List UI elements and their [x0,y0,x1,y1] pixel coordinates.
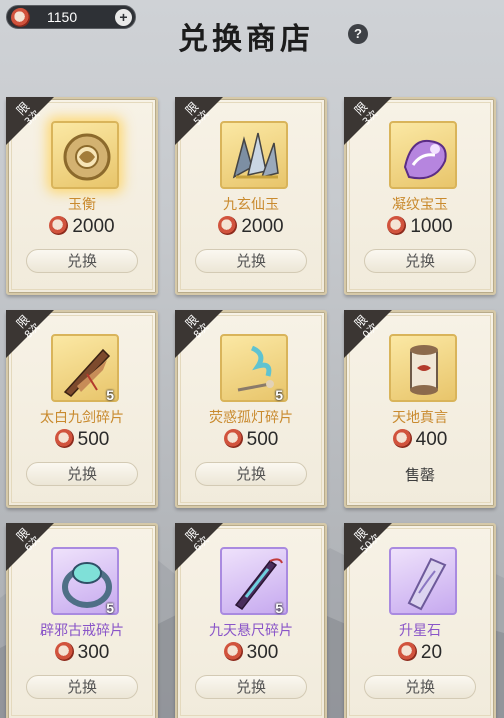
jade-disc-icon [51,121,119,189]
crystal-shard-icon [220,121,288,189]
price-value: 2000 [72,216,115,237]
item-name: 天地真言 [392,410,448,426]
shop-item-card[interactable]: 限 50次 升星石 20 兑换 [344,523,496,718]
item-quantity: 5 [275,387,283,403]
coin-icon [54,641,74,661]
item-price: 300 [177,641,325,664]
item-name: 太白九剑碎片 [40,410,124,426]
exchange-button[interactable]: 兑换 [26,249,138,273]
lantern-fragment-icon: 5 [220,334,288,403]
item-price: 300 [8,641,156,664]
exchange-button[interactable]: 兑换 [195,462,307,486]
shop-item-card[interactable]: 限 6次 5 九天悬尺碎片 300 兑换 [175,523,327,718]
purple-gem-icon [389,121,457,189]
item-quantity: 5 [106,600,114,616]
item-price: 2000 [177,215,325,238]
item-price: 2000 [8,215,156,238]
currency-amount: 1150 [47,9,78,25]
coin-icon [54,428,74,448]
ruler-fragment-icon: 5 [220,547,288,616]
item-name: 玉衡 [68,197,96,213]
ring-fragment-icon: 5 [51,547,119,616]
item-price: 1000 [346,215,494,238]
item-name: 九天悬尺碎片 [209,623,293,639]
price-value: 500 [246,429,279,450]
item-name: 升星石 [399,623,441,639]
price-value: 300 [77,642,110,663]
coin-icon [11,8,30,27]
item-price: 500 [177,428,325,451]
coin-icon [49,215,69,235]
price-value: 20 [420,642,443,663]
sword-fragment-icon: 5 [51,334,119,403]
item-quantity: 5 [275,600,283,616]
scroll-icon [389,334,457,402]
currency-display: 1150 + [6,5,136,29]
item-name: 辟邪古戒碎片 [40,623,124,639]
add-currency-button[interactable]: + [115,9,132,26]
price-value: 300 [246,642,279,663]
exchange-button[interactable]: 兑换 [195,675,307,699]
exchange-button[interactable]: 兑换 [26,675,138,699]
exchange-button[interactable]: 兑换 [364,249,476,273]
item-price: 400 [346,428,494,451]
item-quantity: 5 [106,387,114,403]
item-name: 九玄仙玉 [223,197,279,213]
star-stone-icon [389,547,457,615]
coin-icon [392,428,412,448]
item-price: 20 [346,641,494,664]
item-name: 荧惑孤灯碎片 [209,410,293,426]
coin-icon [397,641,417,661]
exchange-button[interactable]: 兑换 [195,249,307,273]
price-value: 500 [77,429,110,450]
coin-icon [387,215,407,235]
shop-item-card[interactable]: 限 3次 凝纹宝玉 1000 兑换 [344,97,496,295]
help-button[interactable]: ? [348,24,368,44]
coin-icon [218,215,238,235]
shop-item-card[interactable]: 限 3次 玉衡 2000 兑换 [6,97,158,295]
page-title: 兑换商店 [178,22,314,57]
sold-out-label: 售罄 [404,466,435,484]
shop-item-card[interactable]: 限 8次 5 荧惑孤灯碎片 500 兑换 [175,310,327,508]
exchange-button[interactable]: 兑换 [364,675,476,699]
shop-item-card[interactable]: 限 5次 九玄仙玉 2000 兑换 [175,97,327,295]
price-value: 1000 [410,216,453,237]
item-name: 凝纹宝玉 [392,197,448,213]
shop-item-card[interactable]: 限 0次 天地真言 400 售罄 [344,310,496,508]
price-value: 400 [415,429,448,450]
coin-icon [223,428,243,448]
shop-item-card[interactable]: 限 8次 5 太白九剑碎片 500 兑换 [6,310,158,508]
coin-icon [223,641,243,661]
exchange-button[interactable]: 兑换 [26,462,138,486]
item-price: 500 [8,428,156,451]
price-value: 2000 [241,216,284,237]
shop-item-card[interactable]: 限 6次 5 辟邪古戒碎片 300 兑换 [6,523,158,718]
